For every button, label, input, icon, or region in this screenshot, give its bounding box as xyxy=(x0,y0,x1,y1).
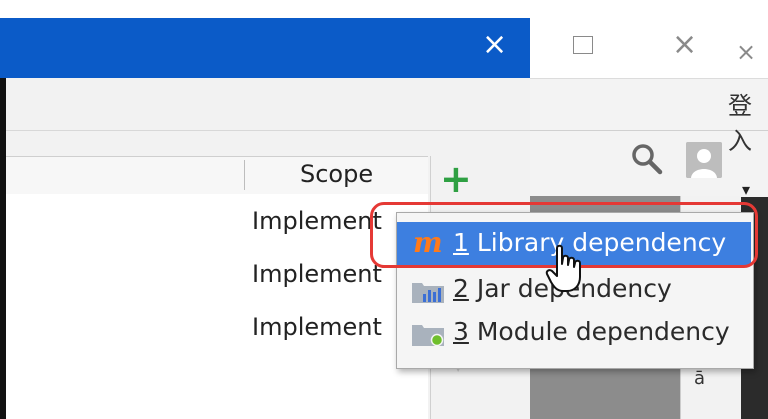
dropdown-arrow-icon[interactable]: ▾ xyxy=(742,180,750,199)
add-dependency-icon[interactable]: + xyxy=(440,160,472,198)
jar-icon xyxy=(411,280,445,304)
menu-item-module-dependency[interactable]: 3 Module dependency xyxy=(397,311,751,355)
maximize-icon[interactable] xyxy=(573,36,593,54)
dialog-divider xyxy=(6,130,530,131)
search-icon[interactable] xyxy=(630,142,664,176)
hand-cursor-icon xyxy=(545,244,585,294)
module-icon xyxy=(411,322,445,348)
column-header-scope[interactable]: Scope xyxy=(300,160,373,188)
secondary-close-icon[interactable]: × xyxy=(736,40,756,64)
table-row-scope[interactable]: Implement xyxy=(252,207,382,235)
background-top-strip xyxy=(530,0,768,18)
background-titlebar xyxy=(530,18,740,78)
menu-item-mnemonic: 2 xyxy=(453,274,469,303)
dialog-top-strip xyxy=(0,0,530,18)
table-row-scope[interactable]: Implement xyxy=(252,260,382,288)
user-avatar-icon[interactable] xyxy=(686,142,722,178)
side-panel-glyph: ā xyxy=(694,368,706,389)
dialog-close-icon[interactable]: × xyxy=(482,30,507,60)
background-close-icon[interactable]: × xyxy=(672,30,697,60)
dialog-titlebar xyxy=(0,18,530,78)
menu-item-text: Module dependency xyxy=(476,317,730,346)
table-row-scope[interactable]: Implement xyxy=(252,313,382,341)
column-divider[interactable] xyxy=(244,160,245,190)
menu-item-mnemonic: 3 xyxy=(453,317,469,346)
login-text: 登入 xyxy=(728,92,752,155)
menu-item-label: 3 Module dependency xyxy=(453,317,730,346)
